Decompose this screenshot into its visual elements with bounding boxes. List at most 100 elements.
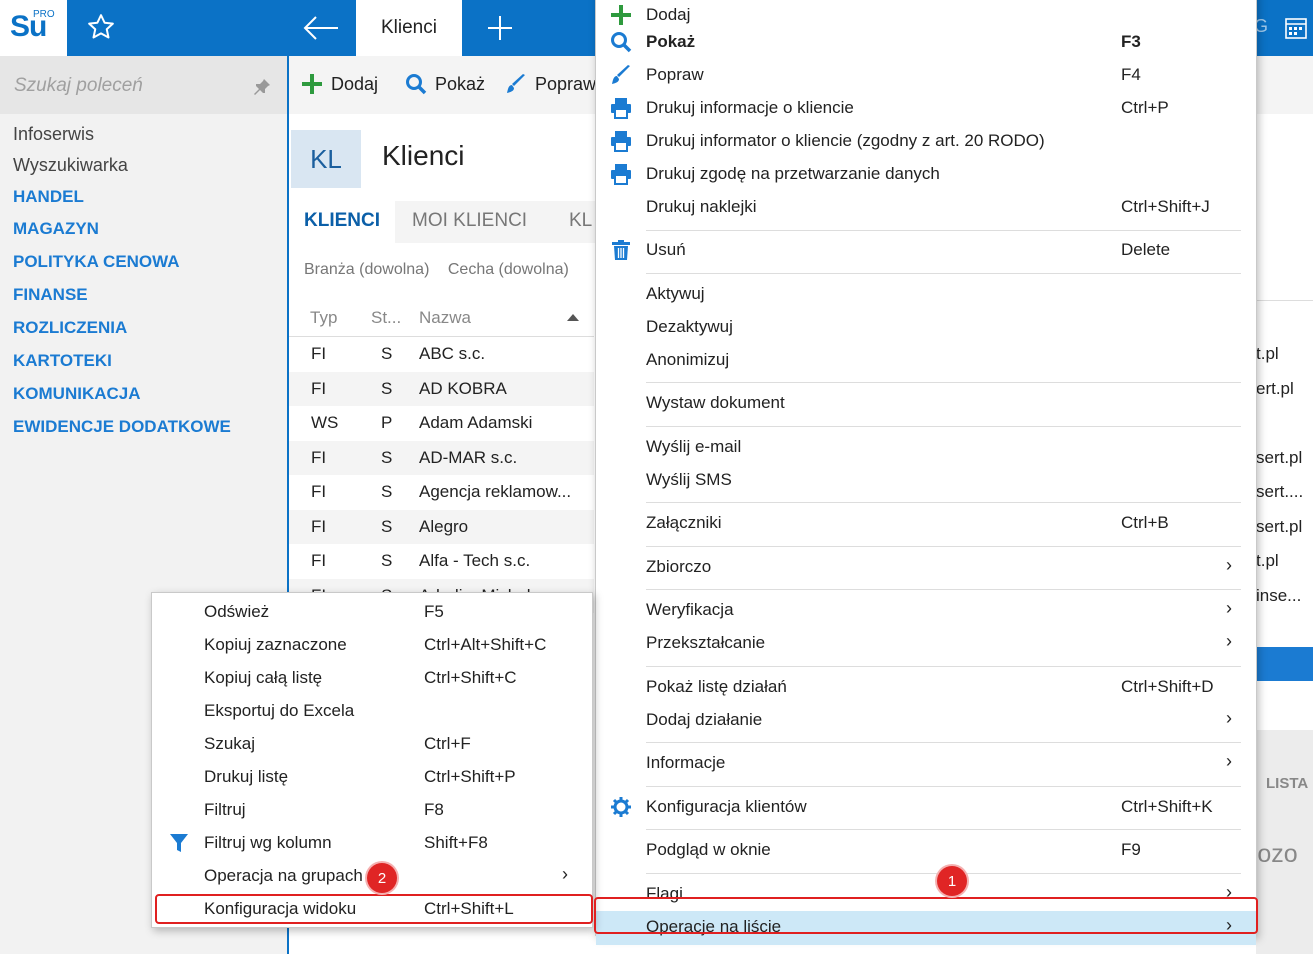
show-button-label: Pokaż xyxy=(435,73,486,94)
edit-button[interactable]: Popraw xyxy=(505,73,596,95)
filter-branch[interactable]: Branża (dowolna) xyxy=(304,261,429,278)
submenu-item-kopiuj-ca-a-liste[interactable]: Kopiuj całą listę Ctrl+Shift+C xyxy=(152,662,592,695)
menu-item-label: Drukuj informacje o kliencie xyxy=(646,98,854,117)
printer-icon xyxy=(610,130,632,152)
menu-item-pokaz-liste-dzia-an[interactable]: Pokaż listę działań Ctrl+Shift+D xyxy=(596,671,1256,704)
sidebar-item-polityka-cenowa[interactable]: POLITYKA CENOWA xyxy=(13,252,180,272)
column-header-type[interactable]: Typ xyxy=(310,308,337,328)
submenu-item-eksportuj-do-excela[interactable]: Eksportuj do Excela xyxy=(152,695,592,728)
menu-item-informacje[interactable]: Informacje › xyxy=(596,747,1256,780)
sidebar-item-handel[interactable]: HANDEL xyxy=(13,187,84,207)
add-button[interactable]: Dodaj xyxy=(301,73,378,95)
tab-klienci[interactable]: Klienci xyxy=(356,0,462,56)
cell-name: Alfa - Tech s.c. xyxy=(419,551,531,570)
sidebar-item-infoserwis[interactable]: Infoserwis xyxy=(13,124,94,145)
calendar-icon[interactable] xyxy=(1284,16,1308,40)
submenu-item-filtruj[interactable]: Filtruj F8 xyxy=(152,794,592,827)
menu-item-label: Informacje xyxy=(646,753,726,772)
menu-item-label: Pokaż listę działań xyxy=(646,677,787,696)
menu-item-zbiorczo[interactable]: Zbiorczo › xyxy=(596,551,1256,584)
tab-moi-klienci[interactable]: MOI KLIENCI xyxy=(412,210,527,232)
cell-email-fragment: t.pl xyxy=(1256,551,1279,570)
cell-email-fragment: sert.... xyxy=(1256,482,1304,501)
menu-item-shortcut: Ctrl+Shift+K xyxy=(1121,797,1213,816)
submenu-item-filtruj-wg-kolumn[interactable]: Filtruj wg kolumn Shift+F8 xyxy=(152,827,592,860)
tab-klienci-list[interactable]: KLIENCI xyxy=(289,201,395,243)
page-title: Klienci xyxy=(382,140,465,171)
command-search-input[interactable] xyxy=(14,75,244,97)
submenu-item-kopiuj-zaznaczone[interactable]: Kopiuj zaznaczone Ctrl+Alt+Shift+C xyxy=(152,629,592,662)
menu-item-weryfikacja[interactable]: Weryfikacja › xyxy=(596,594,1256,627)
menu-item-podglad-w-oknie[interactable]: Podgląd w oknie F9 xyxy=(596,834,1256,867)
table-row[interactable]: WS P Adam Adamski xyxy=(289,406,594,440)
menu-item-drukuj-informator-o-kliencie-zgodny-z-art-20-rodo[interactable]: Drukuj informator o kliencie (zgodny z a… xyxy=(596,125,1256,158)
submenu-item-label: Filtruj wg kolumn xyxy=(204,833,332,852)
cell-name: AD KOBRA xyxy=(419,378,507,398)
cell-type: FI xyxy=(311,378,327,398)
menu-item-usun[interactable]: Usuń Delete xyxy=(596,234,1256,267)
table-row[interactable]: FI S Alfa - Tech s.c. xyxy=(289,544,594,578)
new-tab-plus-icon[interactable] xyxy=(486,14,514,42)
menu-item-shortcut: F9 xyxy=(1121,840,1141,859)
menu-item-label: Przekształcanie xyxy=(646,633,766,652)
sidebar-item-magazyn[interactable]: MAGAZYN xyxy=(13,219,99,239)
menu-item-wyslij-e-mail[interactable]: Wyślij e-mail xyxy=(596,431,1256,464)
lista-tab-fragment[interactable]: LISTA xyxy=(1266,775,1308,792)
sidebar-item-komunikacja[interactable]: KOMUNIKACJA xyxy=(13,384,141,404)
menu-item-label: Dodaj xyxy=(646,5,691,24)
table-row[interactable]: FI S AD KOBRA xyxy=(289,371,594,406)
filter-feature[interactable]: Cecha (dowolna) xyxy=(448,261,569,278)
menu-item-za-aczniki[interactable]: Załączniki Ctrl+B xyxy=(596,507,1256,540)
menu-item-wyslij-sms[interactable]: Wyślij SMS xyxy=(596,464,1256,497)
menu-item-drukuj-zgode-na-przetwarzanie-danych[interactable]: Drukuj zgodę na przetwarzanie danych xyxy=(596,158,1256,191)
annotation-box-2 xyxy=(155,894,593,924)
table-row[interactable]: FI S Agencja reklamow... xyxy=(289,475,594,509)
menu-item-anonimizuj[interactable]: Anonimizuj xyxy=(596,344,1256,377)
sidebar-item-ewidencje-dodatkowe[interactable]: EWIDENCJE DODATKOWE xyxy=(13,417,231,437)
menu-separator xyxy=(646,666,1241,667)
submenu-item-odswiez[interactable]: Odśwież F5 xyxy=(152,596,592,629)
column-header-name[interactable]: Nazwa xyxy=(419,308,471,328)
selected-row-fragment[interactable] xyxy=(1256,647,1313,681)
menu-item-popraw[interactable]: Popraw F4 xyxy=(596,59,1256,92)
menu-item-label: Drukuj zgodę na przetwarzanie danych xyxy=(646,164,940,183)
funnel-icon xyxy=(168,832,190,854)
back-arrow-icon[interactable] xyxy=(300,12,342,44)
submenu-item-label: Kopiuj całą listę xyxy=(204,668,323,687)
submenu-item-szukaj[interactable]: Szukaj Ctrl+F xyxy=(152,728,592,761)
menu-item-przekszta-canie[interactable]: Przekształcanie › xyxy=(596,627,1256,660)
sidebar-item-rozliczenia[interactable]: ROZLICZENIA xyxy=(13,318,127,338)
chevron-right-icon: › xyxy=(562,864,568,884)
table-row[interactable]: FI S AD-MAR s.c. xyxy=(289,440,594,475)
pin-icon[interactable] xyxy=(252,77,272,97)
submenu-item-drukuj-liste[interactable]: Drukuj listę Ctrl+Shift+P xyxy=(152,761,592,794)
menu-item-konfiguracja-klientow[interactable]: Konfiguracja klientów Ctrl+Shift+K xyxy=(596,791,1256,824)
sidebar-item-kartoteki[interactable]: KARTOTEKI xyxy=(13,351,112,371)
menu-item-label: Drukuj naklejki xyxy=(646,197,757,216)
cell-type: FI xyxy=(311,447,327,467)
menu-item-pokaz[interactable]: Pokaż F3 xyxy=(596,26,1256,59)
sort-ascending-icon xyxy=(567,314,579,321)
gear-icon xyxy=(610,796,632,818)
menu-item-wystaw-dokument[interactable]: Wystaw dokument xyxy=(596,387,1256,420)
menu-item-drukuj-informacje-o-kliencie[interactable]: Drukuj informacje o kliencie Ctrl+P xyxy=(596,92,1256,125)
menu-separator xyxy=(646,742,1241,743)
sidebar-item-finanse[interactable]: FINANSE xyxy=(13,285,88,305)
app-logo[interactable]: Su PRO xyxy=(0,0,67,56)
sidebar-item-wyszukiwarka[interactable]: Wyszukiwarka xyxy=(13,155,128,176)
menu-item-drukuj-naklejki[interactable]: Drukuj naklejki Ctrl+Shift+J xyxy=(596,191,1256,224)
menu-item-dezaktywuj[interactable]: Dezaktywuj xyxy=(596,311,1256,344)
cell-name: Agencja reklamow... xyxy=(419,482,572,501)
submenu-item-label: Eksportuj do Excela xyxy=(204,701,355,720)
menu-item-label: Aktywuj xyxy=(646,284,705,303)
tab-kl-more[interactable]: KL xyxy=(569,210,592,232)
submenu-item-shortcut: Shift+F8 xyxy=(424,833,488,852)
show-button[interactable]: Pokaż xyxy=(405,73,485,95)
star-icon[interactable] xyxy=(86,12,116,42)
table-row[interactable]: FI S Alegro xyxy=(289,509,594,544)
menu-item-aktywuj[interactable]: Aktywuj xyxy=(596,278,1256,311)
table-row[interactable]: FI S ABC s.c. xyxy=(289,337,594,371)
menu-item-dodaj-dzia-anie[interactable]: Dodaj działanie › xyxy=(596,704,1256,737)
cell-name: AD-MAR s.c. xyxy=(419,447,518,467)
column-header-status[interactable]: St... xyxy=(371,308,401,328)
